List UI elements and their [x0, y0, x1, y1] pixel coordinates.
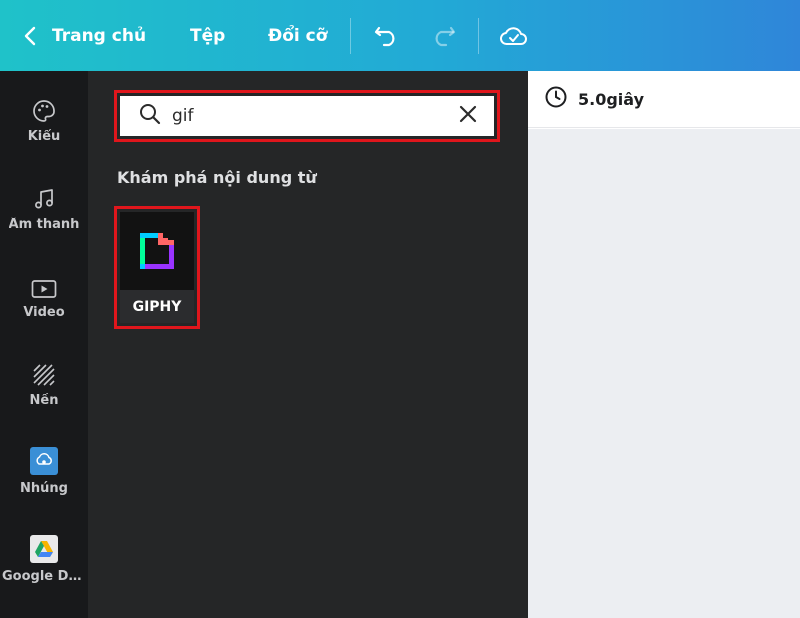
duration-control[interactable]: 5.0giây	[544, 85, 644, 113]
section-title: Khám phá nội dung từ	[117, 168, 317, 187]
sidebar-item-label: Âm thanh	[8, 217, 80, 232]
close-icon	[459, 105, 477, 123]
resize-label: Đổi cỡ	[268, 25, 328, 46]
cloud-save-status[interactable]	[500, 0, 528, 71]
toolbar-divider	[350, 18, 351, 54]
redo-icon	[430, 25, 456, 47]
giphy-highlight: GIPHY	[114, 206, 200, 329]
sidebar-item-label: Video	[23, 305, 65, 320]
background-pattern-icon	[32, 353, 56, 387]
palette-icon	[32, 89, 56, 123]
search-panel: Khám phá nội dung từ GIPHY	[88, 71, 528, 618]
undo-button[interactable]	[374, 0, 400, 71]
sidebar-item-label: Nhúng	[20, 481, 68, 496]
undo-icon	[374, 25, 400, 47]
resize-button[interactable]: Đổi cỡ	[268, 0, 327, 71]
home-label: Trang chủ	[52, 25, 147, 46]
video-icon	[31, 265, 57, 299]
file-menu-button[interactable]: Tệp	[190, 0, 225, 71]
sidebar-item-video[interactable]: Video	[0, 247, 88, 335]
giphy-label: GIPHY	[132, 298, 182, 315]
search-input[interactable]	[172, 106, 452, 126]
toolbar-divider	[478, 18, 479, 54]
chevron-left-icon	[24, 26, 36, 46]
sidebar-item-embed[interactable]: Nhúng	[0, 423, 88, 511]
design-canvas[interactable]	[528, 129, 800, 618]
google-drive-icon	[30, 529, 58, 563]
embed-icon	[30, 441, 58, 475]
giphy-logo-icon	[120, 212, 194, 290]
file-label: Tệp	[190, 25, 226, 46]
sidebar-item-styles[interactable]: Kiểu	[0, 71, 88, 159]
home-button[interactable]: Trang chủ	[24, 0, 146, 71]
top-toolbar: Trang chủ Tệp Đổi cỡ	[0, 0, 800, 71]
left-sidebar: Kiểu Âm thanh Video Nền Nhúng Google Dri…	[0, 71, 88, 618]
giphy-app-card[interactable]: GIPHY	[120, 212, 194, 323]
timing-bar: 5.0giây	[528, 71, 800, 128]
search-highlight	[114, 90, 500, 142]
sidebar-item-google-drive[interactable]: Google Dri...	[0, 511, 88, 599]
sidebar-item-background[interactable]: Nền	[0, 335, 88, 423]
sidebar-item-label: Nền	[29, 393, 59, 408]
clock-icon	[544, 85, 568, 113]
cloud-check-icon	[500, 25, 528, 47]
search-icon	[138, 102, 162, 130]
sidebar-item-audio[interactable]: Âm thanh	[0, 159, 88, 247]
duration-value: 5.0giây	[578, 89, 645, 109]
sidebar-item-label: Google Dri...	[2, 569, 86, 584]
music-note-icon	[32, 177, 56, 211]
redo-button[interactable]	[430, 0, 456, 71]
search-field[interactable]	[120, 96, 494, 136]
sidebar-item-label: Kiểu	[27, 129, 61, 144]
clear-search-button[interactable]	[458, 104, 478, 128]
